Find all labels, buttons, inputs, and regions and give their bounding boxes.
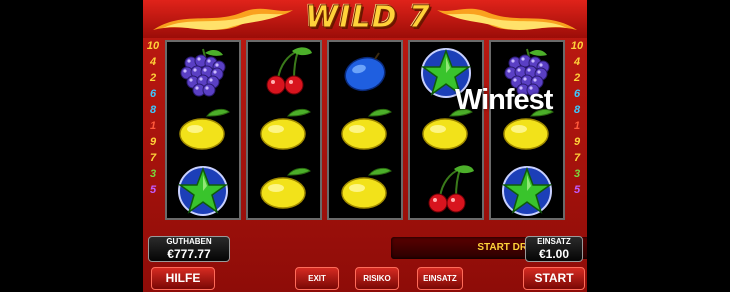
star-symbol bbox=[491, 161, 563, 219]
reel-4 bbox=[408, 40, 484, 220]
payline-number: 7 bbox=[573, 152, 581, 164]
payline-number: 1 bbox=[573, 120, 581, 132]
lemon-symbol bbox=[167, 102, 239, 160]
watermark-logo: Winfest bbox=[455, 84, 553, 116]
bet-label: EINSATZ bbox=[537, 237, 571, 246]
balance-value: €777.77 bbox=[167, 247, 211, 261]
lemon-symbol bbox=[329, 102, 401, 160]
payline-number: 6 bbox=[149, 88, 157, 100]
lemon-symbol bbox=[248, 161, 320, 219]
reel-1 bbox=[165, 40, 241, 220]
cherries-symbol bbox=[248, 43, 320, 101]
risk-button[interactable]: RISIKO bbox=[355, 267, 399, 290]
star-symbol bbox=[167, 161, 239, 219]
plum-symbol bbox=[329, 43, 401, 101]
balance-panel: GUTHABEN €777.77 bbox=[148, 236, 230, 262]
lemon-symbol bbox=[329, 161, 401, 219]
start-button[interactable]: START bbox=[523, 267, 585, 290]
payline-number: 3 bbox=[149, 168, 157, 180]
game-frame: WILD 7 10 4 2 6 8 1 9 7 3 5 10 4 2 6 8 1 9 7 3 5 GUTHABEN … bbox=[143, 0, 587, 292]
balance-label: GUTHABEN bbox=[166, 237, 212, 246]
payline-number: 10 bbox=[146, 40, 160, 52]
payline-number: 10 bbox=[570, 40, 584, 52]
payline-number: 2 bbox=[149, 72, 157, 84]
reel-3 bbox=[327, 40, 403, 220]
payline-number: 9 bbox=[573, 136, 581, 148]
bet-value: €1.00 bbox=[538, 247, 570, 261]
lemon-symbol bbox=[248, 102, 320, 160]
game-logo: WILD 7 bbox=[305, 0, 431, 36]
grapes-symbol bbox=[167, 43, 239, 101]
reel-2 bbox=[246, 40, 322, 220]
help-button[interactable]: HILFE bbox=[151, 267, 215, 290]
payline-numbers-right: 10 4 2 6 8 1 9 7 3 5 bbox=[569, 38, 585, 198]
payline-number: 7 bbox=[149, 152, 157, 164]
payline-number: 5 bbox=[149, 184, 157, 196]
payline-numbers-left: 10 4 2 6 8 1 9 7 3 5 bbox=[145, 38, 161, 198]
bet-panel: EINSATZ €1.00 bbox=[525, 236, 583, 262]
payline-number: 9 bbox=[149, 136, 157, 148]
payline-number: 8 bbox=[149, 104, 157, 116]
payline-number: 4 bbox=[573, 56, 581, 68]
payline-number: 3 bbox=[573, 168, 581, 180]
exit-button[interactable]: EXIT bbox=[295, 267, 339, 290]
reel-5 bbox=[489, 40, 565, 220]
payline-number: 1 bbox=[149, 120, 157, 132]
payline-number: 5 bbox=[573, 184, 581, 196]
cherries-symbol bbox=[410, 161, 482, 219]
payline-number: 4 bbox=[149, 56, 157, 68]
stake-button[interactable]: EINSATZ bbox=[417, 267, 463, 290]
